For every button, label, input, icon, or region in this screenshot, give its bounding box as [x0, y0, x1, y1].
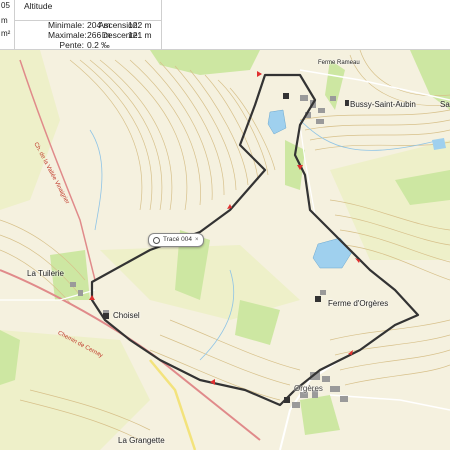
- track-icon: [153, 236, 160, 244]
- church-icon: [345, 100, 349, 106]
- place-ferme-orgeres: Ferme d'Orgères: [328, 299, 389, 308]
- castle-icon: [283, 93, 289, 99]
- castle-icon: [103, 313, 109, 319]
- topographic-map[interactable]: [0, 50, 450, 450]
- place-la-tuilerie: La Tuilerie: [27, 269, 64, 278]
- left-value-1: 05: [1, 1, 10, 10]
- slope-value: 0.2 ‰: [87, 40, 110, 50]
- place-choisel: Choisel: [113, 311, 140, 320]
- track-info-panel: 05 m m² Altitude Minimale: 204 m Ascensi…: [0, 0, 450, 50]
- panel-left-column: 05 m m²: [0, 0, 15, 50]
- place-bussy-short: Sa: [440, 100, 450, 109]
- place-la-grange: La Grangette: [118, 436, 165, 445]
- descent-value: 121 m: [128, 30, 152, 40]
- track-label-badge[interactable]: Tracé 004 ×: [148, 233, 204, 247]
- place-orgeres: Orgères: [294, 384, 323, 393]
- left-value-2: m: [1, 16, 8, 25]
- ascent-value: 122 m: [128, 20, 152, 30]
- close-icon[interactable]: ×: [195, 234, 199, 246]
- min-label: Minimale:: [48, 20, 85, 30]
- castle-icon: [315, 296, 321, 302]
- place-ferme-top: Ferme Rameau: [318, 60, 360, 66]
- castle-icon: [284, 397, 290, 403]
- slope-label: Pente:: [59, 40, 84, 50]
- place-bussy: Bussy-Saint-Aubin: [350, 100, 416, 109]
- left-value-3: m²: [1, 29, 11, 38]
- altitude-title: Altitude: [24, 1, 53, 11]
- pond-east: [432, 138, 446, 150]
- max-label: Maximale:: [48, 30, 87, 40]
- panel-vertical-divider: [161, 0, 162, 50]
- track-label-text: Tracé 004: [163, 236, 193, 243]
